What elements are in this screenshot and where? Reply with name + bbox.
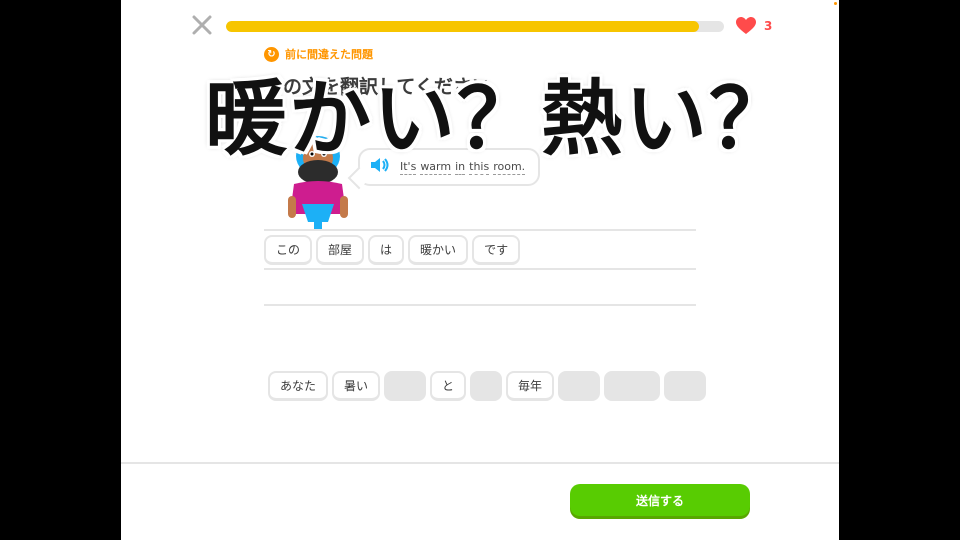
word-bank-tile[interactable]: 暑い: [332, 371, 381, 401]
answer-tile[interactable]: 部屋: [316, 235, 365, 265]
word-bank-tile[interactable]: 毎年: [506, 371, 555, 401]
status-dot: [834, 2, 837, 5]
word-bank-empty-slot: [558, 371, 601, 401]
answer-line-bottom: [264, 304, 696, 306]
submit-button[interactable]: 送信する: [570, 484, 750, 516]
word-bank: あなた 暑い と 毎年: [268, 371, 707, 401]
answer-tile[interactable]: は: [368, 235, 405, 265]
word-bank-tile[interactable]: と: [430, 371, 467, 401]
answer-tile[interactable]: 暖かい: [408, 235, 469, 265]
word-bank-empty-slot: [384, 371, 427, 401]
answer-tile[interactable]: です: [472, 235, 521, 265]
progress-bar: [226, 21, 724, 32]
answer-line-top: [264, 229, 696, 231]
hearts-counter: 3: [736, 17, 772, 35]
word-bank-empty-slot: [604, 371, 661, 401]
word-bank-tile[interactable]: あなた: [268, 371, 329, 401]
answer-tile[interactable]: この: [264, 235, 313, 265]
progress-fill: [226, 21, 700, 32]
footer-divider: [121, 462, 839, 464]
heart-icon: [736, 17, 756, 34]
close-button[interactable]: [191, 14, 213, 36]
word-bank-empty-slot: [664, 371, 707, 401]
hearts-count: 3: [764, 19, 773, 33]
word-bank-empty-slot: [470, 371, 503, 401]
close-icon: [192, 15, 212, 35]
answer-tiles: この 部屋は暖かい です: [264, 235, 521, 265]
answer-line-middle: [264, 268, 696, 270]
overlay-caption: 暖かい？熱い？: [205, 72, 794, 167]
